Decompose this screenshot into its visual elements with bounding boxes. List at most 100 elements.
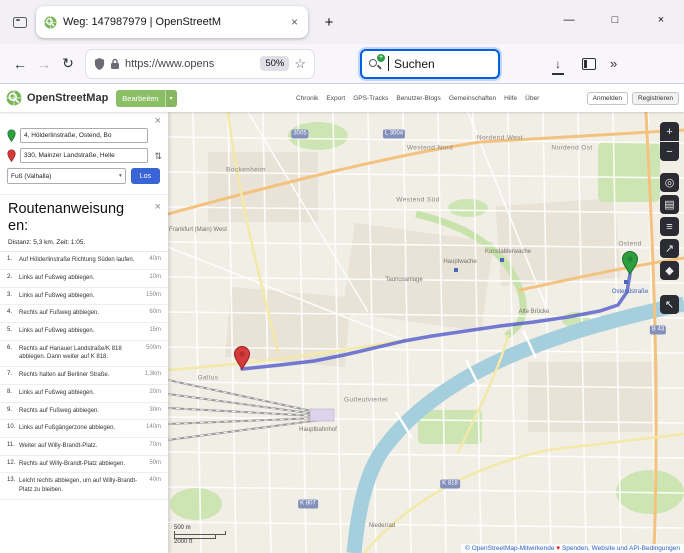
step-distance: 1,3km — [145, 371, 161, 377]
layers-button[interactable]: ▤ — [660, 195, 679, 214]
step-instruction: Weiter auf Willy-Brandt-Platz. — [19, 442, 144, 451]
direction-step[interactable]: 7.Rechts halten auf Berliner Straße.1,3k… — [0, 367, 168, 385]
directions-title: Routenanweisungen: — [8, 201, 126, 234]
osm-nav-link[interactable]: GPS-Tracks — [353, 95, 388, 102]
route-from-input[interactable] — [20, 128, 148, 143]
osm-nav-link[interactable]: Gemeinschaften — [449, 95, 496, 102]
route-mode-row: Fuß (Valhalla) ▾ Los — [7, 168, 160, 184]
forward-button[interactable]: → — [32, 56, 56, 72]
search-icon: + — [369, 57, 383, 71]
step-number: 12. — [7, 460, 16, 466]
osm-nav-link[interactable]: Über — [525, 95, 539, 102]
search-panel-close-icon[interactable]: × — [155, 115, 161, 127]
map-key-button[interactable]: ≡ — [660, 217, 679, 236]
directions-summary: Distanz: 5,3 km. Zeit: 1:05. — [0, 236, 168, 251]
step-instruction: Links auf Fußweg abbiegen. — [19, 274, 144, 283]
search-add-badge: + — [377, 54, 385, 62]
step-distance: 40m — [149, 477, 161, 483]
window-close-button[interactable]: × — [638, 0, 684, 40]
tab-bar: Weg: 147987979 | OpenStreetM × + — □ × — [0, 0, 684, 44]
step-instruction: Links auf Fußweg abbiegen. — [19, 389, 144, 398]
route-to-input[interactable] — [20, 148, 148, 163]
direction-step[interactable]: 5.Links auf Fußweg abbiegen.15m — [0, 323, 168, 341]
step-instruction: Leicht rechts abbiegen, um auf Willy-Bra… — [19, 477, 144, 494]
directions-steps: 1.Auf Hölderlinstraße Richtung Süden lau… — [0, 251, 168, 499]
query-features-button[interactable]: ↖ — [660, 295, 679, 314]
step-distance: 140m — [146, 424, 161, 430]
register-button[interactable]: Registrieren — [632, 92, 679, 105]
tracking-shield-icon[interactable] — [94, 58, 105, 70]
step-instruction: Links auf Fußweg abbiegen. — [19, 292, 141, 301]
osm-nav-link[interactable]: Hilfe — [504, 95, 517, 102]
direction-step[interactable]: 1.Auf Hölderlinstraße Richtung Süden lau… — [0, 252, 168, 270]
add-note-button[interactable]: ◆ — [660, 261, 679, 280]
step-instruction: Rechts auf Hanauer Landstraße/K 818 abbi… — [19, 345, 141, 362]
web-page: OpenStreetMap Bearbeiten ▾ Chronik Export… — [0, 84, 684, 553]
select-caret-icon: ▾ — [119, 173, 122, 179]
directions-close-icon[interactable]: × — [155, 201, 161, 213]
attribution-link[interactable]: © OpenStreetMap-Mitwirkende — [465, 545, 554, 552]
osm-nav-link[interactable]: Benutzer-Blogs — [396, 95, 440, 102]
step-number: 5. — [7, 327, 16, 333]
browser-tab[interactable]: Weg: 147987979 | OpenStreetM × — [36, 6, 308, 38]
share-button[interactable]: ↗ — [660, 239, 679, 258]
osm-favicon-icon — [44, 16, 57, 29]
edit-button[interactable]: Bearbeiten ▾ — [116, 90, 176, 107]
edit-button-label: Bearbeiten — [116, 90, 164, 107]
search-bar[interactable]: + Suchen — [360, 49, 500, 79]
osm-brand[interactable]: OpenStreetMap — [27, 92, 108, 104]
start-marker-icon — [7, 129, 16, 142]
direction-step[interactable]: 2.Links auf Fußweg abbiegen.10m — [0, 270, 168, 288]
step-instruction: Links auf Fußgängerzone abbiegen. — [19, 424, 141, 433]
bookmark-star-icon[interactable]: ☆ — [294, 56, 306, 72]
tab-close-icon[interactable]: × — [289, 15, 300, 29]
osm-nav-link[interactable]: Export — [326, 95, 345, 102]
zoom-in-button[interactable]: + — [660, 122, 679, 141]
attribution-links[interactable]: Spenden, Website und API-Bedingungen — [562, 545, 680, 552]
back-button[interactable]: ← — [8, 56, 32, 72]
direction-step[interactable]: 8.Links auf Fußweg abbiegen.20m — [0, 385, 168, 403]
step-number: 10. — [7, 424, 16, 430]
step-number: 8. — [7, 389, 16, 395]
step-number: 9. — [7, 407, 16, 413]
directions-header: Routenanweisungen: × — [0, 194, 168, 236]
geolocate-button[interactable]: ◎ — [660, 173, 679, 192]
direction-step[interactable]: 9.Rechts auf Fußweg abbiegen.30m — [0, 403, 168, 421]
direction-step[interactable]: 13.Leicht rechts abbiegen, um auf Willy-… — [0, 473, 168, 499]
direction-step[interactable]: 10.Links auf Fußgängerzone abbiegen. 140m — [0, 420, 168, 438]
map-svg — [168, 112, 684, 553]
direction-step[interactable]: 12.Rechts auf Willy-Brandt-Platz abbiege… — [0, 456, 168, 474]
sidebar-toggle-icon[interactable] — [582, 58, 596, 70]
osm-nav-link[interactable]: Chronik — [296, 95, 318, 102]
downloads-icon[interactable]: ↓ — [550, 55, 566, 73]
lock-icon[interactable] — [110, 58, 120, 70]
reload-button[interactable]: ↻ — [56, 55, 80, 72]
direction-step[interactable]: 11.Weiter auf Willy-Brandt-Platz.70m — [0, 438, 168, 456]
map-canvas[interactable]: BockenheimWestend NordNordend WestNorden… — [168, 112, 684, 553]
new-tab-button[interactable]: + — [317, 10, 341, 34]
step-number: 1. — [7, 256, 16, 262]
zoom-out-button[interactable]: − — [660, 142, 679, 161]
travel-mode-select[interactable]: Fuß (Valhalla) ▾ — [7, 168, 126, 184]
zoom-level-badge[interactable]: 50% — [260, 56, 289, 71]
step-distance: 60m — [149, 309, 161, 315]
window-maximize-button[interactable]: □ — [592, 0, 638, 40]
step-distance: 10m — [149, 274, 161, 280]
osm-header: OpenStreetMap Bearbeiten ▾ Chronik Export… — [0, 84, 684, 112]
route-from-row — [7, 128, 148, 143]
direction-step[interactable]: 6.Rechts auf Hanauer Landstraße/K 818 ab… — [0, 341, 168, 367]
swap-endpoints-icon[interactable]: ⇅ — [154, 151, 162, 162]
osm-nav-links: Chronik Export GPS-Tracks Benutzer-Blogs Gem… — [296, 84, 539, 112]
firefox-view-icon[interactable] — [7, 9, 33, 35]
osm-logo-icon[interactable] — [6, 90, 22, 106]
direction-step[interactable]: 3.Links auf Fußweg abbiegen.150m — [0, 288, 168, 306]
login-button[interactable]: Anmelden — [587, 92, 628, 105]
search-input-text: Suchen — [394, 57, 435, 71]
url-bar[interactable]: https://www.opens 50% ☆ — [86, 50, 314, 78]
edit-dropdown-caret-icon[interactable]: ▾ — [165, 90, 177, 107]
go-button[interactable]: Los — [131, 168, 160, 184]
step-number: 6. — [7, 345, 16, 351]
window-minimize-button[interactable]: — — [546, 0, 592, 40]
overflow-menu-icon[interactable]: » — [610, 56, 617, 71]
direction-step[interactable]: 4.Rechts auf Fußweg abbiegen.60m — [0, 305, 168, 323]
